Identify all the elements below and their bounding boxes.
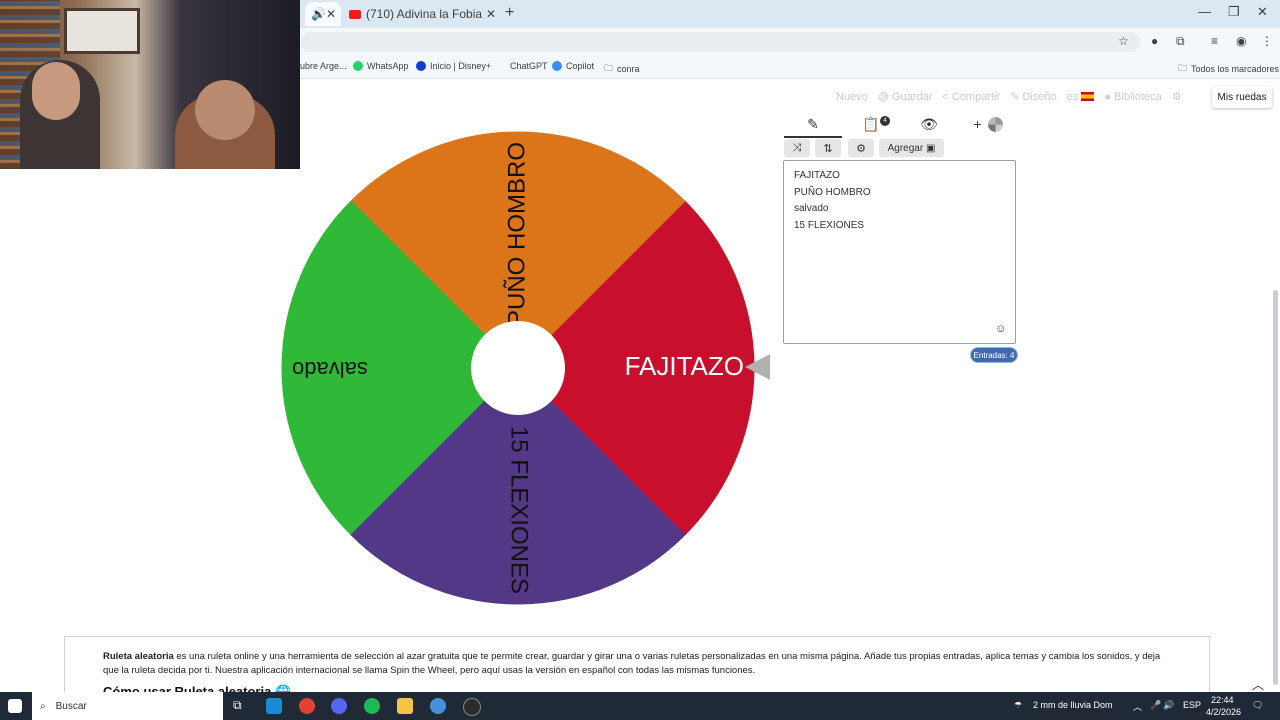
search-icon: ⌕ (40, 700, 46, 712)
tab-add-wheel[interactable]: + (959, 112, 1017, 136)
media-control-icon[interactable]: ≡ (1211, 34, 1218, 48)
share-button[interactable]: < Compartir (942, 91, 1000, 103)
entry-line: FAJITAZO (794, 170, 840, 181)
sort-button[interactable]: ⇅ (815, 139, 841, 157)
entries-count: Entradas: 4 (971, 348, 1017, 362)
obs-icon[interactable] (463, 698, 481, 716)
spain-flag-icon (1081, 92, 1095, 102)
file-explorer-icon[interactable] (397, 698, 413, 714)
task-view-icon[interactable]: ⧉ (233, 698, 249, 714)
keyboard-language[interactable]: ESP (1183, 700, 1201, 710)
tab-results[interactable]: 📋 (842, 112, 900, 136)
settings-gear-icon[interactable]: ⚙ (1172, 90, 1182, 103)
clipboard-icon: 📋 (862, 115, 880, 132)
minimize-icon[interactable]: — (1198, 4, 1211, 19)
bookmark-item[interactable]: ubre Arge... (300, 61, 347, 71)
taskbar-search[interactable]: ⌕ Buscar (32, 692, 223, 720)
notifications-icon[interactable]: 🗨 (1252, 700, 1263, 711)
windows-taskbar: ⌕ Buscar ⧉ ☂ 2 mm de lluvia Dom ︿ 🎤 🔊 ESP… (0, 692, 1280, 720)
page-scrollbar[interactable] (1273, 290, 1278, 685)
wheel-segment-label: FAJITAZO (625, 351, 744, 381)
folder-icon: 🗀 (604, 63, 614, 73)
new-button[interactable]: Nuevo (836, 91, 868, 103)
app-header: Nuevo @ Guardar < Compartir ✎ Diseño es … (836, 90, 1182, 104)
copilot-icon (552, 61, 562, 71)
extensions-puzzle-icon[interactable]: ⧉ (1176, 34, 1185, 49)
tab-close-icon[interactable]: ✕ (326, 7, 336, 21)
panel-tabs: ✎ 📋 👁 + (784, 112, 1018, 138)
disney-icon (416, 61, 426, 71)
volume-icon[interactable]: 🔊 (1163, 700, 1174, 711)
sort-icon: ⇅ (823, 142, 833, 155)
wheel-thumbnail-icon (987, 116, 1003, 132)
close-window-icon[interactable]: ✕ (1257, 4, 1268, 20)
folder-icon: 🗀 (1178, 63, 1188, 73)
language-select[interactable]: es (1067, 91, 1095, 103)
weather-icon: ☂ (1014, 700, 1023, 710)
vscode-icon[interactable] (266, 698, 282, 714)
gear-icon: ⚙ (856, 142, 866, 155)
discord-icon[interactable] (331, 698, 347, 714)
bookmark-disney[interactable]: Inicio | Disney+ (416, 61, 491, 71)
results-badge: 4 (880, 116, 890, 126)
library-button[interactable]: ● Biblioteca (1104, 91, 1161, 103)
bookmark-folder-conra[interactable]: 🗀 conra (604, 61, 640, 77)
weather-text[interactable]: 2 mm de lluvia Dom (1033, 700, 1113, 710)
spotify-icon[interactable] (364, 698, 380, 714)
scroll-to-top-icon[interactable]: ︿ (1252, 676, 1264, 693)
bookmark-copilot[interactable]: Copilot (552, 61, 594, 71)
entry-line: PUÑO HOMBRO (794, 186, 871, 198)
pencil-icon: ✎ (807, 115, 819, 132)
clock-time[interactable]: 22:44 (1211, 695, 1234, 705)
star-icon[interactable]: ☆ (1118, 34, 1129, 48)
webcam-overlay (0, 0, 300, 169)
microphone-icon[interactable]: 🎤 (1150, 700, 1161, 711)
image-icon: ▣ (925, 142, 936, 154)
chrome-active-icon[interactable] (430, 698, 446, 714)
tray-chevron-icon[interactable]: ︿ (1133, 700, 1142, 713)
add-image-button[interactable]: Agregar ▣ (879, 139, 944, 157)
whatsapp-icon (353, 61, 363, 71)
tab-hide[interactable]: 👁 (900, 112, 958, 136)
tab-title: (710) Adivina la Fobia 😱🔥💀 (366, 7, 486, 21)
wheel-segment-label: salvado (292, 357, 368, 382)
more-menu-icon[interactable]: ⋮ (1261, 34, 1273, 48)
emoji-icon[interactable]: ☺ (995, 323, 1006, 335)
entry-line: 15 FLEXIONES (794, 220, 865, 232)
restore-icon[interactable]: ❐ (1228, 4, 1240, 20)
new-tab-button[interactable]: + (505, 4, 514, 22)
plus-icon: + (973, 116, 982, 132)
tab-active[interactable]: 🔊 ✕ (305, 2, 341, 26)
wheel-segment-label: PUÑO HOMBRO (503, 142, 530, 326)
clock-date[interactable]: 4/2/2026 (1206, 707, 1241, 717)
intro-paragraph: Ruleta aleatoria es una ruleta online y … (103, 651, 1161, 676)
save-button[interactable]: @ Guardar (878, 91, 933, 103)
wheel-center-hub[interactable] (471, 321, 565, 415)
eye-off-icon: 👁 (920, 115, 938, 132)
my-wheels-button[interactable]: Mis ruedas (1212, 86, 1272, 108)
youtube-icon (349, 9, 361, 19)
bookmark-chatgpt[interactable]: ChatGPT (510, 61, 548, 71)
wheel-segment-label: 15 FLEXIONES (506, 426, 533, 594)
all-bookmarks[interactable]: 🗀 Todos los marcadores (1178, 61, 1279, 77)
tab-youtube[interactable]: (710) Adivina la Fobia 😱🔥💀 ✕ (345, 2, 500, 26)
profile-avatar-icon[interactable]: ◉ (1236, 34, 1246, 48)
bookmark-whatsapp[interactable]: WhatsApp (353, 61, 409, 71)
address-bar[interactable] (300, 32, 1140, 52)
extension-colorful-icon[interactable]: ● (1151, 34, 1158, 48)
tab-close-icon[interactable]: ✕ (486, 7, 496, 21)
shuffle-button[interactable]: ⤨ (784, 139, 810, 157)
shuffle-icon: ⤨ (792, 141, 802, 154)
entry-line: salvado (794, 203, 829, 215)
advanced-button[interactable]: ⚙ (848, 139, 874, 157)
spin-wheel[interactable]: FAJITAZO PUÑO HOMBRO salvado 15 FLEXIONES (270, 120, 770, 620)
design-button[interactable]: ✎ Diseño (1010, 90, 1057, 103)
entries-textarea[interactable]: FAJITAZO PUÑO HOMBRO salvado 15 FLEXIONE… (783, 160, 1016, 344)
audio-icon: 🔊 (311, 7, 326, 21)
windows-start-icon[interactable] (8, 699, 22, 713)
info-card: Ruleta aleatoria es una ruleta online y … (64, 636, 1210, 699)
tab-entries-edit[interactable]: ✎ (784, 112, 842, 138)
chrome-icon[interactable] (299, 698, 315, 714)
